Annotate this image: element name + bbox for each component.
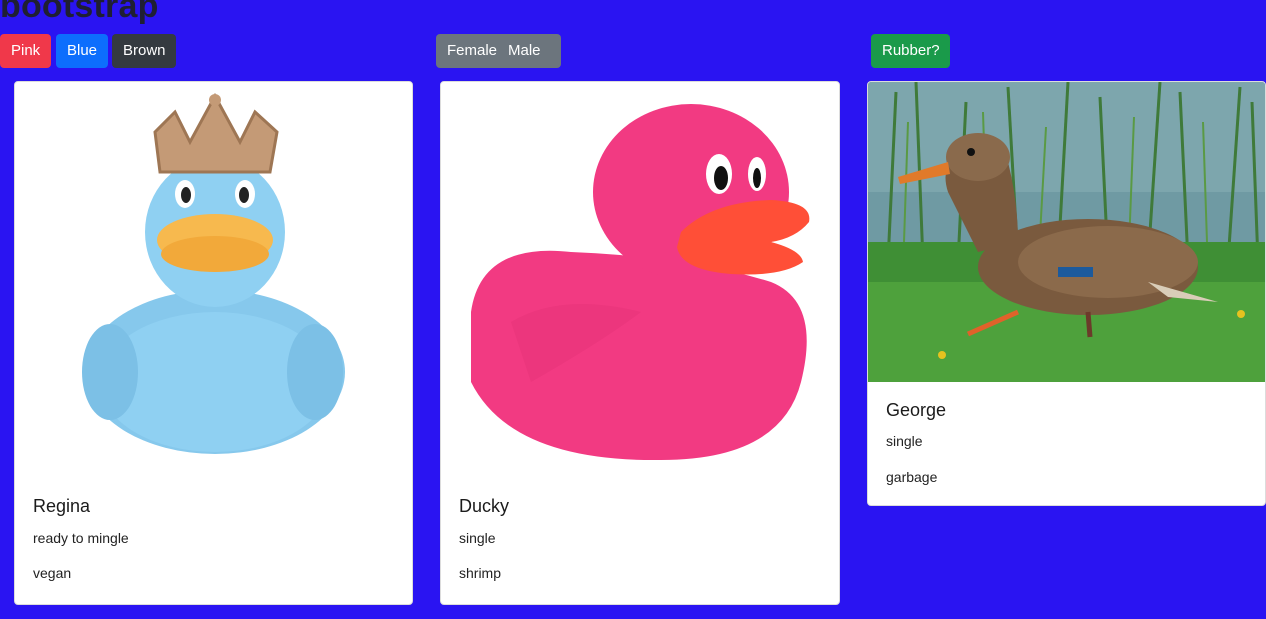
page-title: bootstrap xyxy=(0,0,159,25)
card-image-pink-duck xyxy=(441,82,839,480)
duck-card-ducky: Ducky single shrimp xyxy=(440,81,840,605)
card-image-blue-duck xyxy=(15,82,412,480)
card-title: Ducky xyxy=(459,496,510,516)
card-diet: garbage xyxy=(886,469,938,485)
card-diet: shrimp xyxy=(459,565,502,581)
pink-rubber-duck-image xyxy=(471,104,810,461)
card-diet: vegan xyxy=(33,565,72,581)
card-status: single xyxy=(886,433,923,449)
filter-blue-button[interactable]: Blue xyxy=(56,34,108,68)
filter-male-button[interactable]: Male xyxy=(506,34,561,68)
rubber-toggle-button[interactable]: Rubber? xyxy=(871,34,950,68)
filter-brown-button[interactable]: Brown xyxy=(112,34,176,68)
duck-card-regina: Regina ready to mingle vegan xyxy=(14,81,413,605)
gender-filter-group: Female Male xyxy=(436,34,561,68)
card-status: single xyxy=(459,530,496,546)
card-image-mallard xyxy=(868,82,1265,382)
card-status: ready to mingle xyxy=(33,530,129,546)
card-title: Regina xyxy=(33,496,91,516)
mallard-duck-photo-image xyxy=(868,82,1265,382)
blue-rubber-duck-image xyxy=(82,92,345,454)
filter-pink-button[interactable]: Pink xyxy=(0,34,51,68)
filter-female-button[interactable]: Female xyxy=(436,34,506,68)
card-title: George xyxy=(886,400,947,420)
duck-card-george: George single garbage xyxy=(867,81,1266,506)
